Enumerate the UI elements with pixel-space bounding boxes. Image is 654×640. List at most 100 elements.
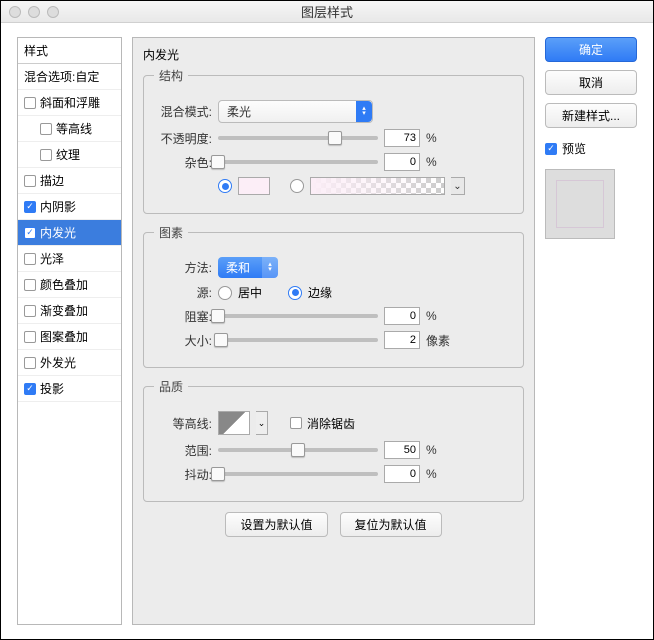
technique-value: 柔和 bbox=[226, 259, 250, 276]
style-item[interactable]: 颜色叠加 bbox=[18, 272, 121, 298]
range-input[interactable] bbox=[384, 441, 420, 459]
style-checkbox[interactable] bbox=[24, 227, 36, 239]
noise-slider[interactable] bbox=[218, 153, 378, 171]
style-item[interactable]: 斜面和浮雕 bbox=[18, 90, 121, 116]
style-item[interactable]: 投影 bbox=[18, 376, 121, 402]
panel-title: 内发光 bbox=[143, 46, 524, 63]
style-item[interactable]: 纹理 bbox=[18, 142, 121, 168]
side-buttons: 确定 取消 新建样式... 预览 bbox=[545, 37, 637, 625]
style-item[interactable]: 图案叠加 bbox=[18, 324, 121, 350]
antialias-checkbox[interactable] bbox=[290, 417, 302, 429]
size-label: 大小: bbox=[154, 332, 212, 349]
content: 样式 混合选项:自定 斜面和浮雕等高线纹理描边内阴影内发光光泽颜色叠加渐变叠加图… bbox=[1, 23, 653, 639]
style-item[interactable]: 描边 bbox=[18, 168, 121, 194]
opacity-input[interactable] bbox=[384, 129, 420, 147]
gradient-radio[interactable] bbox=[290, 179, 304, 193]
opacity-slider[interactable] bbox=[218, 129, 378, 147]
style-checkbox[interactable] bbox=[24, 305, 36, 317]
main-panel: 内发光 结构 混合模式: 柔光 不透明度: % 杂色: bbox=[132, 37, 535, 625]
gradient-dropdown-icon[interactable] bbox=[451, 177, 465, 195]
quality-group: 品质 等高线: 消除锯齿 范围: % bbox=[143, 378, 524, 502]
window-title: 图层样式 bbox=[301, 2, 353, 21]
style-checkbox[interactable] bbox=[24, 253, 36, 265]
source-center-label: 居中 bbox=[238, 284, 262, 301]
style-checkbox[interactable] bbox=[24, 357, 36, 369]
blend-options-row[interactable]: 混合选项:自定 bbox=[18, 64, 121, 90]
noise-input[interactable] bbox=[384, 153, 420, 171]
jitter-slider[interactable] bbox=[218, 465, 378, 483]
style-item[interactable]: 外发光 bbox=[18, 350, 121, 376]
default-buttons: 设置为默认值 复位为默认值 bbox=[143, 512, 524, 537]
style-checkbox[interactable] bbox=[24, 97, 36, 109]
noise-label: 杂色: bbox=[154, 154, 212, 171]
contour-dropdown-icon[interactable] bbox=[256, 411, 268, 435]
size-input[interactable] bbox=[384, 331, 420, 349]
source-center-radio[interactable] bbox=[218, 286, 232, 300]
range-slider[interactable] bbox=[218, 441, 378, 459]
jitter-label: 抖动: bbox=[154, 466, 212, 483]
source-edge-radio[interactable] bbox=[288, 286, 302, 300]
style-checkbox[interactable] bbox=[24, 279, 36, 291]
cancel-button[interactable]: 取消 bbox=[545, 70, 637, 95]
technique-select[interactable]: 柔和 bbox=[218, 257, 278, 278]
style-item[interactable]: 内发光 bbox=[18, 220, 121, 246]
blend-options-label: 混合选项:自定 bbox=[24, 68, 99, 85]
chevron-updown-icon bbox=[356, 101, 372, 122]
elements-legend: 图素 bbox=[154, 224, 188, 241]
preview-thumbnail bbox=[545, 169, 615, 239]
styles-header[interactable]: 样式 bbox=[18, 38, 121, 64]
blend-mode-label: 混合模式: bbox=[154, 103, 212, 120]
make-default-button[interactable]: 设置为默认值 bbox=[225, 512, 327, 537]
style-item[interactable]: 等高线 bbox=[18, 116, 121, 142]
preview-checkbox[interactable] bbox=[545, 143, 557, 155]
style-item-label: 投影 bbox=[40, 380, 64, 397]
style-checkbox[interactable] bbox=[40, 123, 52, 135]
style-checkbox[interactable] bbox=[24, 383, 36, 395]
style-checkbox[interactable] bbox=[24, 175, 36, 187]
style-item-label: 外发光 bbox=[40, 354, 76, 371]
zoom-icon[interactable] bbox=[47, 6, 59, 18]
style-item-label: 等高线 bbox=[56, 120, 92, 137]
choke-slider[interactable] bbox=[218, 307, 378, 325]
elements-group: 图素 方法: 柔和 源: 居中 边缘 阻塞: bbox=[143, 224, 524, 368]
opacity-label: 不透明度: bbox=[154, 130, 212, 147]
layer-style-window: 图层样式 样式 混合选项:自定 斜面和浮雕等高线纹理描边内阴影内发光光泽颜色叠加… bbox=[0, 0, 654, 640]
style-item-label: 斜面和浮雕 bbox=[40, 94, 100, 111]
size-slider[interactable] bbox=[218, 331, 378, 349]
style-checkbox[interactable] bbox=[24, 331, 36, 343]
close-icon[interactable] bbox=[9, 6, 21, 18]
style-item-label: 纹理 bbox=[56, 146, 80, 163]
jitter-input[interactable] bbox=[384, 465, 420, 483]
traffic-lights bbox=[9, 6, 59, 18]
blend-mode-select[interactable]: 柔光 bbox=[218, 100, 373, 123]
contour-label: 等高线: bbox=[154, 415, 212, 432]
gradient-swatch[interactable] bbox=[310, 177, 445, 195]
color-swatch[interactable] bbox=[238, 177, 270, 195]
titlebar[interactable]: 图层样式 bbox=[1, 1, 653, 23]
choke-label: 阻塞: bbox=[154, 308, 212, 325]
antialias-label: 消除锯齿 bbox=[307, 415, 355, 432]
new-style-button[interactable]: 新建样式... bbox=[545, 103, 637, 128]
blend-mode-value: 柔光 bbox=[227, 103, 251, 120]
color-radio[interactable] bbox=[218, 179, 232, 193]
technique-label: 方法: bbox=[154, 259, 212, 276]
style-checkbox[interactable] bbox=[24, 201, 36, 213]
reset-default-button[interactable]: 复位为默认值 bbox=[340, 512, 442, 537]
contour-picker[interactable] bbox=[218, 411, 250, 435]
style-item-label: 颜色叠加 bbox=[40, 276, 88, 293]
range-label: 范围: bbox=[154, 442, 212, 459]
style-item[interactable]: 内阴影 bbox=[18, 194, 121, 220]
size-unit: 像素 bbox=[426, 332, 450, 349]
jitter-unit: % bbox=[426, 467, 437, 481]
minimize-icon[interactable] bbox=[28, 6, 40, 18]
choke-unit: % bbox=[426, 309, 437, 323]
styles-list: 样式 混合选项:自定 斜面和浮雕等高线纹理描边内阴影内发光光泽颜色叠加渐变叠加图… bbox=[17, 37, 122, 625]
ok-button[interactable]: 确定 bbox=[545, 37, 637, 62]
choke-input[interactable] bbox=[384, 307, 420, 325]
style-checkbox[interactable] bbox=[40, 149, 52, 161]
style-item[interactable]: 光泽 bbox=[18, 246, 121, 272]
opacity-unit: % bbox=[426, 131, 437, 145]
style-item-label: 光泽 bbox=[40, 250, 64, 267]
style-item[interactable]: 渐变叠加 bbox=[18, 298, 121, 324]
source-edge-label: 边缘 bbox=[308, 284, 332, 301]
